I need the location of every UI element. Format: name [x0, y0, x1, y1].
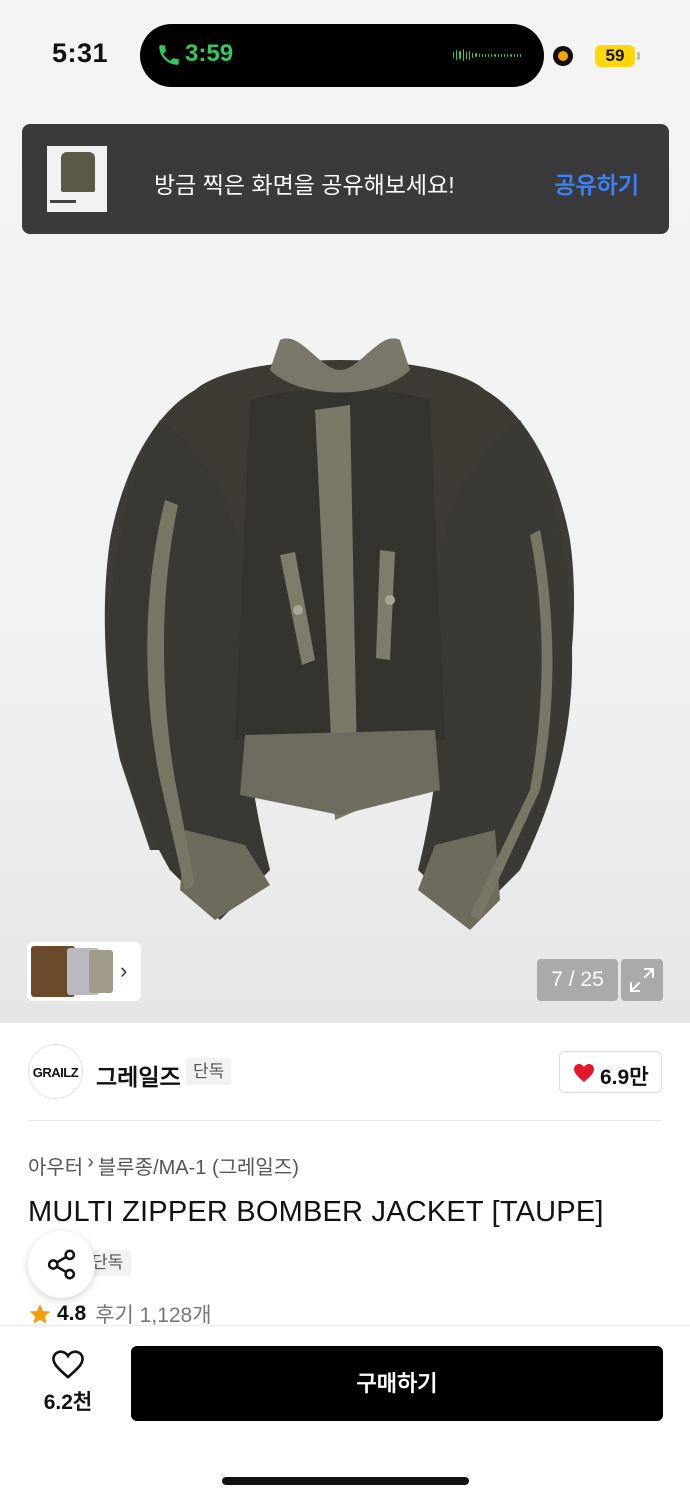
breadcrumb: 아우터 › 블루종/MA-1 (그레일즈) [28, 1151, 299, 1180]
phone-icon [159, 45, 179, 65]
brand-name[interactable]: 그레일즈 [96, 1058, 181, 1092]
battery-icon: 59 [595, 45, 635, 67]
image-counter: 7 / 25 [537, 959, 618, 1001]
brand-like-count: 6.9만 [600, 1066, 649, 1089]
rating-summary[interactable]: 4.8 후기 1,128개 [28, 1302, 212, 1326]
call-timer: 3:59 [185, 40, 234, 67]
brand-exclusive-badge: 단독 [186, 1058, 232, 1085]
breadcrumb-subcategory[interactable]: 블루종/MA-1 (그레일즈) [98, 1151, 299, 1180]
share-screenshot-toast[interactable]: 방금 찍은 화면을 공유해보세요! 공유하기 [22, 124, 669, 234]
chevron-right-icon: › [120, 958, 128, 983]
brand-logo[interactable]: GRAILZ [28, 1044, 83, 1099]
audio-waveform-icon [453, 48, 522, 62]
expand-icon [630, 968, 654, 992]
screenshot-thumbnail [47, 146, 107, 212]
rating-score: 4.8 [57, 1302, 87, 1325]
star-icon [29, 1304, 51, 1324]
wishlist-button[interactable]: 6.2천 [28, 1348, 108, 1418]
wishlist-count: 6.2천 [43, 1391, 93, 1414]
chevron-right-icon: › [87, 1151, 94, 1173]
buy-button[interactable]: 구매하기 [131, 1346, 663, 1421]
status-time: 5:31 [52, 38, 109, 68]
share-action-button[interactable]: 공유하기 [554, 166, 639, 200]
recording-indicator-icon [553, 46, 573, 66]
breadcrumb-category[interactable]: 아우터 [28, 1151, 83, 1180]
product-photo [104, 338, 575, 930]
share-icon [47, 1249, 76, 1280]
expand-fullscreen-button[interactable] [621, 959, 663, 1001]
product-image-gallery[interactable]: 5:31 3:59 59 방금 찍은 화면을 공유해보세요! 공유하기 › 7 … [0, 0, 690, 1023]
dynamic-island[interactable]: 3:59 [140, 24, 544, 87]
battery-cap [637, 52, 640, 60]
brand-like-button[interactable]: 6.9만 [559, 1051, 662, 1093]
gallery-thumbnail-strip[interactable]: › [27, 942, 141, 1001]
review-count[interactable]: 후기 1,128개 [95, 1302, 211, 1326]
heart-outline-icon [52, 1350, 84, 1379]
home-indicator[interactable] [222, 1477, 469, 1485]
thumbnail-image [89, 950, 113, 993]
divider [28, 1120, 662, 1121]
share-button[interactable] [28, 1231, 95, 1298]
toast-message: 방금 찍은 화면을 공유해보세요! [154, 172, 455, 198]
product-title: MULTI ZIPPER BOMBER JACKET [TAUPE] [28, 1196, 604, 1228]
heart-filled-icon [574, 1064, 594, 1082]
